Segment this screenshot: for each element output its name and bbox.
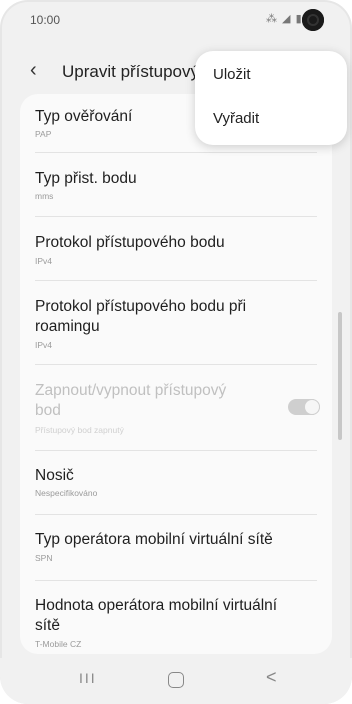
item-subtitle: PAP [35,129,52,139]
item-title: Typ operátora mobilní virtuální sítě [35,531,273,548]
front-camera [302,9,324,31]
item-title: Typ ověřování [35,108,133,125]
divider [35,280,317,281]
item-subtitle: mms [35,191,54,201]
item-title: Protokol přístupového bodu [35,234,225,251]
divider [35,450,317,451]
item-subtitle: IPv4 [35,256,53,266]
status-bar: 10:00 ⁂ ◢ ▮ [0,0,352,40]
item-subtitle: T-Mobile CZ [35,639,82,649]
item-subtitle: SPN [35,553,53,563]
item-title-line2: roamingu [35,318,100,335]
scrollbar[interactable] [338,312,342,440]
item-title: Typ přist. bodu [35,170,137,187]
item-title-line1: Protokol přístupového bodu při [35,298,247,315]
divider [35,216,317,217]
menu-item-save[interactable]: Uložit [213,66,251,83]
divider [35,514,317,515]
toggle-knob [305,400,319,414]
item-subtitle: Přístupový bod zapnutý [35,425,124,435]
item-subtitle: IPv4 [35,340,53,350]
home-icon[interactable] [168,672,184,688]
status-time: 10:00 [30,13,61,27]
back-nav-icon[interactable]: < [266,667,277,688]
divider [35,152,317,153]
settings-list[interactable]: Typ ověřování PAP Typ přist. bodu mms Pr… [20,94,332,654]
item-title-line1: Zapnout/vypnout přístupový [35,382,227,399]
overflow-menu: Uložit Vyřadit [195,51,347,145]
menu-item-discard[interactable]: Vyřadit [213,110,259,127]
signal-battery-icon: ⁂ ◢ ▮ [266,13,303,25]
recent-apps-icon[interactable]: III [79,670,97,686]
divider [35,364,317,365]
item-title-line2: bod [35,402,61,419]
divider [35,580,317,581]
item-title-line1: Hodnota operátora mobilní virtuální [35,597,278,614]
phone-screen: 10:00 ⁂ ◢ ▮ ‹ Upravit přístupový bod Typ… [0,0,352,704]
navigation-bar: III < [0,658,352,704]
back-arrow-icon[interactable]: ‹ [30,60,37,80]
item-title: Nosič [35,467,74,484]
item-title-line2: sítě [35,617,60,634]
apn-toggle-switch [288,399,320,415]
item-subtitle: Nespecifikováno [35,488,98,498]
